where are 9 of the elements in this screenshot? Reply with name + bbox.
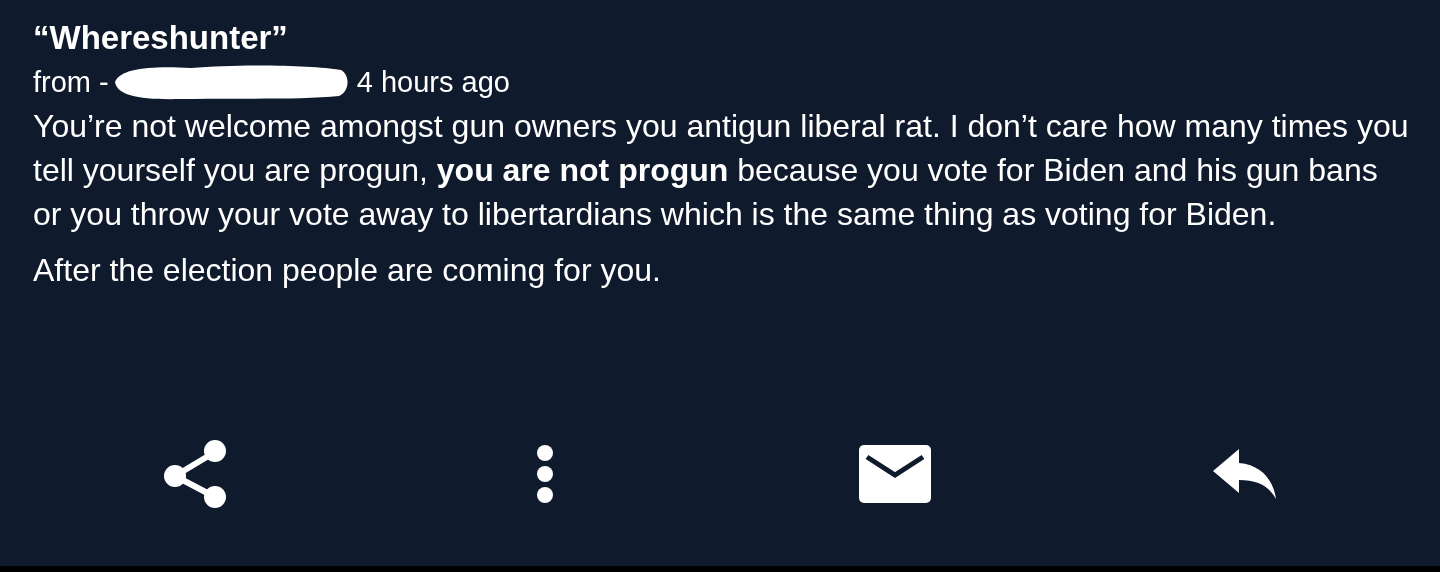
message-title: “Whereshunter” <box>33 18 289 58</box>
from-label: from - <box>33 65 109 99</box>
more-options-icon[interactable] <box>536 444 554 504</box>
message-time: 4 hours ago <box>356 65 510 99</box>
message-paragraph: After the election people are coming for you. <box>33 251 662 290</box>
mail-icon[interactable] <box>859 445 931 503</box>
share-icon[interactable] <box>163 439 227 509</box>
reply-icon[interactable] <box>1213 449 1277 499</box>
message-paragraph: You’re not welcome amongst gun owners you antigun liberal rat. I don’t care how many times you tell yourself you are progun, you are not progun because you vote for Biden and his gun bans or you throw your vote away to libertardians which is the same thing as voting for Biden. <box>33 107 1410 234</box>
